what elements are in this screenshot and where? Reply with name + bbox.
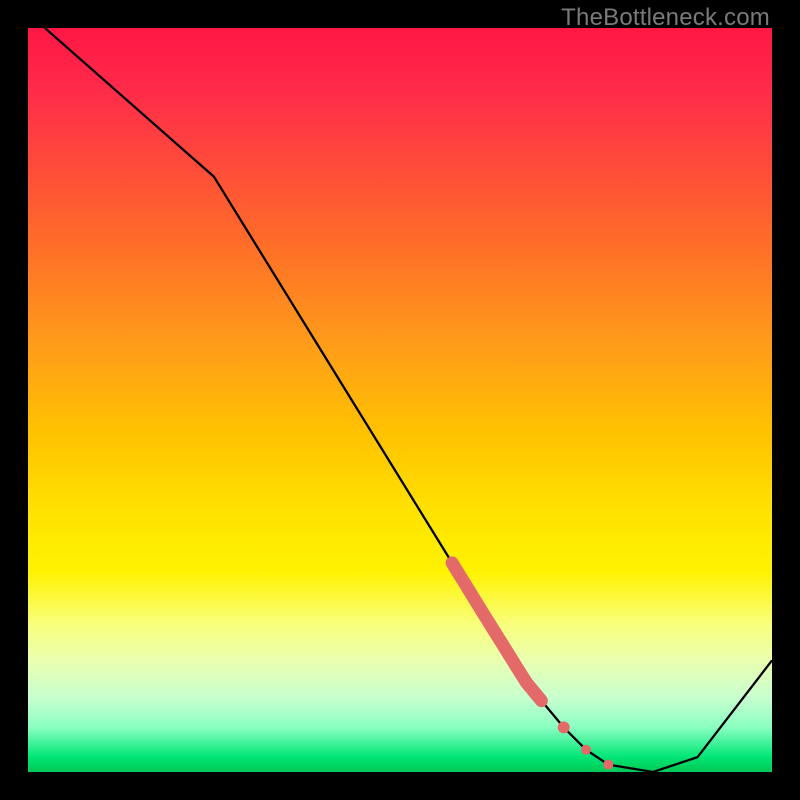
bottleneck-curve-line bbox=[28, 28, 772, 772]
highlight-dots bbox=[558, 721, 614, 769]
chart-svg bbox=[28, 28, 772, 772]
chart-frame: TheBottleneck.com bbox=[0, 0, 800, 800]
highlight-dot bbox=[581, 745, 591, 755]
plot-area bbox=[28, 28, 772, 772]
highlight-dot bbox=[603, 760, 613, 770]
highlight-dot bbox=[558, 721, 570, 733]
highlight-thick-segment bbox=[452, 563, 541, 701]
